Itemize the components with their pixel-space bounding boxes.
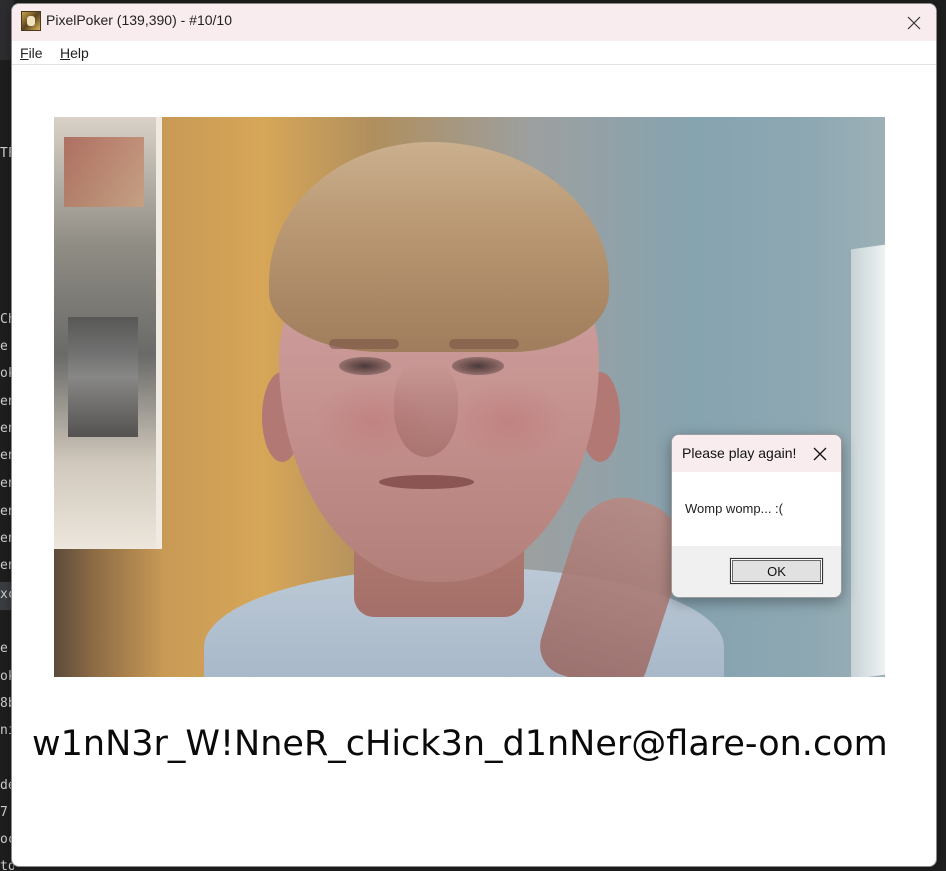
window-close-button[interactable] xyxy=(892,4,936,41)
right-eyebrow xyxy=(449,339,519,349)
menu-help-label: elp xyxy=(70,45,89,61)
hair xyxy=(269,142,609,352)
ok-button[interactable]: OK xyxy=(729,557,824,585)
message-dialog: Please play again! Womp womp... :( OK xyxy=(671,434,842,598)
mouth xyxy=(379,475,474,489)
menu-help[interactable]: Help xyxy=(60,45,89,61)
door-edge xyxy=(851,244,885,677)
left-eye xyxy=(339,357,391,375)
dialog-close-button[interactable] xyxy=(807,442,833,466)
flag-text: w1nN3r_W!NneR_cHick3n_d1nNer@flare-on.co… xyxy=(32,724,888,764)
dialog-title-bar[interactable]: Please play again! xyxy=(672,435,841,472)
close-icon xyxy=(907,16,921,29)
wall-poster xyxy=(54,117,162,549)
menu-bar: File Help xyxy=(12,41,936,65)
ok-button-label: OK xyxy=(767,563,786,579)
menu-file[interactable]: File xyxy=(20,45,43,61)
nose xyxy=(394,362,458,457)
app-icon xyxy=(21,11,41,31)
dialog-title: Please play again! xyxy=(682,445,797,461)
dialog-message: Womp womp... :( xyxy=(685,501,784,516)
close-icon xyxy=(813,447,827,461)
right-eye xyxy=(452,357,504,375)
dialog-footer: OK xyxy=(672,546,841,597)
left-eyebrow xyxy=(329,339,399,349)
dialog-body: Womp womp... :( xyxy=(672,472,841,546)
menu-help-mnemonic: H xyxy=(60,45,71,61)
menu-file-label: ile xyxy=(28,45,43,61)
window-title: PixelPoker (139,390) - #10/10 xyxy=(46,12,232,28)
menu-file-mnemonic: F xyxy=(20,45,29,61)
title-bar[interactable]: PixelPoker (139,390) - #10/10 xyxy=(12,4,936,41)
